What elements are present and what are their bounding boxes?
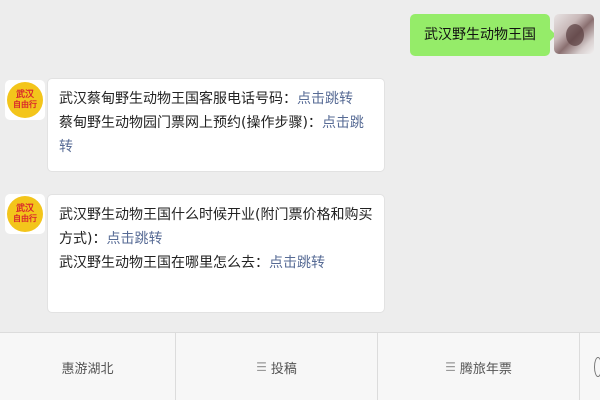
keyboard-toggle-icon (594, 357, 600, 377)
menu-lines-icon: ☰ (256, 360, 267, 374)
keyboard-toggle-button[interactable] (580, 333, 600, 400)
menu-item-tenglv-nianpiao[interactable]: ☰ 腾旅年票 (378, 333, 580, 400)
message-line: 武汉野生动物王国在哪里怎么去：点击跳转 (59, 251, 374, 275)
menu-item-label: 投稿 (270, 361, 297, 377)
message-line: 方式)：点击跳转 (59, 227, 374, 251)
menu-lines-icon: ☰ (445, 360, 456, 374)
user-avatar[interactable] (554, 14, 594, 54)
bot-avatar-line1: 武汉 (15, 90, 34, 100)
bottom-menu-bar: 惠游湖北 ☰ 投稿 ☰ 腾旅年票 (0, 332, 600, 400)
message-text: 蔡甸野生动物园门票网上预约(操作步骤)： (59, 115, 322, 131)
bot-avatar-line1: 武汉 (15, 204, 34, 214)
menu-item-tougao[interactable]: ☰ 投稿 (176, 333, 378, 400)
menu-item-label: 惠游湖北 (61, 361, 114, 377)
bot-avatar-line2: 自由行 (13, 100, 37, 109)
bot-avatar-logo: 武汉 自由行 (7, 196, 43, 232)
menu-item-label: 腾旅年票 (459, 361, 512, 377)
bot-message-bubble: 武汉蔡甸野生动物王国客服电话号码：点击跳转 蔡甸野生动物园门票网上预约(操作步骤… (47, 78, 385, 172)
message-text: 武汉野生动物王国在哪里怎么去： (59, 255, 269, 271)
chat-area[interactable]: 武汉野生动物王国 武汉 自由行 武汉蔡甸野生动物王国客服电话号码：点击跳转 蔡甸… (0, 0, 600, 332)
user-message-bubble[interactable]: 武汉野生动物王国 (410, 14, 556, 56)
message-line: 蔡甸野生动物园门票网上预约(操作步骤)：点击跳转 (59, 111, 374, 159)
bot-avatar-line2: 自由行 (13, 214, 37, 223)
message-line: 武汉野生动物王国什么时候开业(附门票价格和购买 (59, 203, 374, 227)
bot-message-bubble: 武汉野生动物王国什么时候开业(附门票价格和购买 方式)：点击跳转 武汉野生动物王… (47, 194, 385, 313)
message-line: 武汉蔡甸野生动物王国客服电话号码：点击跳转 (59, 87, 374, 111)
message-text: 方式)： (59, 231, 107, 247)
jump-link[interactable]: 点击跳转 (106, 231, 162, 247)
jump-link[interactable]: 点击跳转 (269, 255, 325, 271)
bot-avatar[interactable]: 武汉 自由行 (5, 80, 45, 120)
bot-avatar[interactable]: 武汉 自由行 (5, 194, 45, 234)
user-avatar-photo (566, 24, 584, 46)
message-text: 武汉野生动物王国什么时候开业(附门票价格和购买 (59, 207, 373, 223)
bot-avatar-logo: 武汉 自由行 (7, 82, 43, 118)
menu-item-huiyou-hubei[interactable]: 惠游湖北 (0, 333, 176, 400)
jump-link[interactable]: 点击跳转 (297, 91, 353, 107)
message-text: 武汉蔡甸野生动物王国客服电话号码： (59, 91, 297, 107)
